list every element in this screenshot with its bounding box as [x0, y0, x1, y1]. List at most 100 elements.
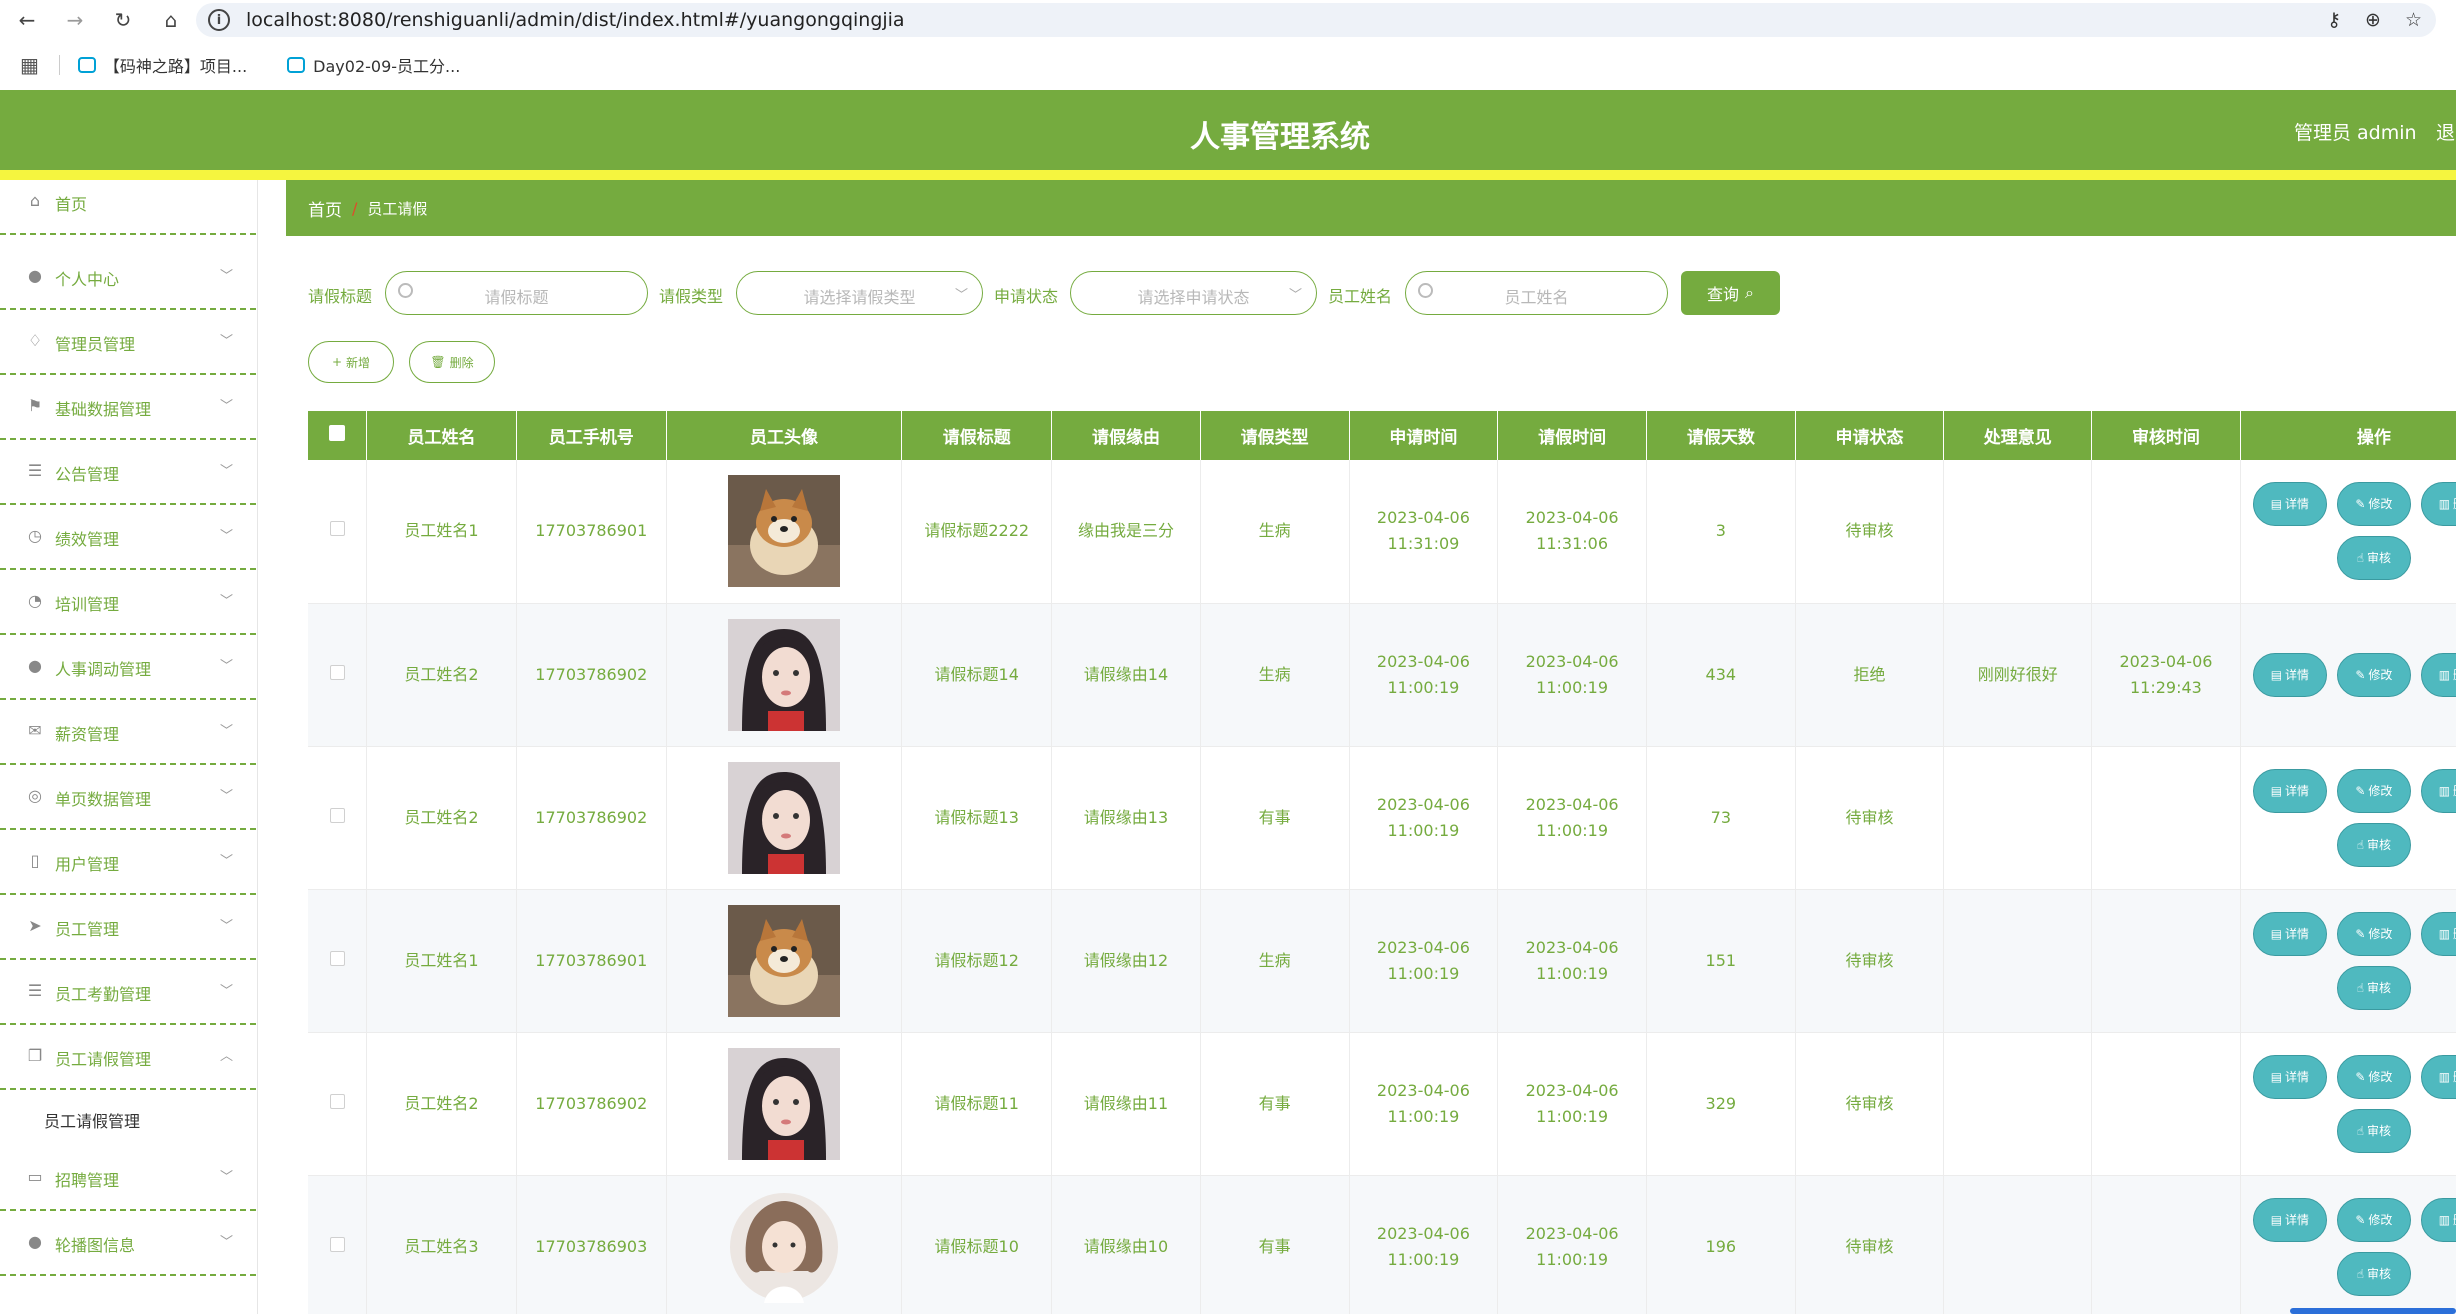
- row-checkbox[interactable]: [329, 664, 345, 680]
- row-checkbox[interactable]: [329, 950, 345, 966]
- detail-button[interactable]: ▤ 详情: [2252, 911, 2327, 956]
- review-button[interactable]: ☝ 审核: [2336, 965, 2411, 1010]
- row-checkbox[interactable]: [329, 1093, 345, 1109]
- edit-button[interactable]: ✎ 修改: [2336, 768, 2411, 813]
- sidebar-item-0[interactable]: ⌂ 首页: [0, 170, 256, 235]
- column-header: 请假时间: [1497, 411, 1647, 460]
- address-bar[interactable]: i localhost:8080/renshiguanli/admin/dist…: [196, 3, 2436, 37]
- sidebar-item-10[interactable]: ▯ 用户管理 ﹀: [0, 830, 256, 895]
- detail-button[interactable]: ▤ 详情: [2252, 652, 2327, 697]
- bookmark-item-1[interactable]: 【码神之路】项目...: [77, 53, 247, 77]
- girl-avatar-image: [728, 761, 840, 874]
- review-button[interactable]: ☝ 审核: [2336, 822, 2411, 867]
- bookmark-label: Day02-09-员工分...: [313, 57, 461, 76]
- sidebar-item-14[interactable]: ▭ 招聘管理 ﹀: [0, 1146, 256, 1211]
- delete-button[interactable]: ▥删除: [2420, 482, 2456, 527]
- forward-arrow-icon[interactable]: →: [60, 5, 90, 35]
- operations-cell: ▤详情✎修改▥删除☝审核: [2240, 889, 2456, 1033]
- sidebar-item-15[interactable]: ● 轮播图信息 ﹀: [0, 1211, 256, 1276]
- delete-button[interactable]: ▥删除: [2420, 1197, 2456, 1242]
- edit-button[interactable]: ✎ 修改: [2336, 1197, 2411, 1242]
- site-info-icon[interactable]: i: [208, 9, 230, 31]
- sidebar-subitem-label: 员工请假管理: [44, 1112, 141, 1131]
- row-checkbox[interactable]: [329, 807, 345, 823]
- girl-avatar-image: [728, 1047, 840, 1160]
- edit-button[interactable]: ✎ 修改: [2336, 1054, 2411, 1099]
- cell-review-time: [2091, 746, 2241, 890]
- sidebar-item-11[interactable]: ➤ 员工管理 ﹀: [0, 895, 256, 960]
- cell-status: 拒绝: [1795, 603, 1945, 747]
- edit-button[interactable]: ✎ 修改: [2336, 482, 2411, 527]
- cell-reason: 请假缘由13: [1051, 746, 1201, 890]
- edit-label: 修改: [2368, 667, 2393, 682]
- password-key-icon[interactable]: ⚷: [2327, 9, 2341, 31]
- sidebar-item-label: 单页数据管理: [55, 790, 152, 809]
- sidebar-item-1[interactable]: ● 个人中心 ﹀: [0, 245, 256, 310]
- row-select-cell[interactable]: [308, 603, 368, 747]
- delete-button[interactable]: ▥删除: [2420, 911, 2456, 956]
- cell-leave-time: 2023-04-06 11:00:19: [1497, 1032, 1647, 1176]
- sidebar-item-4[interactable]: ☰ 公告管理 ﹀: [0, 440, 256, 505]
- sidebar-item-3[interactable]: ⚑ 基础数据管理 ﹀: [0, 375, 256, 440]
- chevron-down-icon: ﹀: [954, 288, 968, 303]
- edit-button[interactable]: ✎ 修改: [2336, 911, 2411, 956]
- sidebar-item-6[interactable]: ◔ 培训管理 ﹀: [0, 570, 256, 635]
- apps-grid-icon[interactable]: ▦: [20, 53, 39, 77]
- review-button[interactable]: ☝ 审核: [2336, 536, 2411, 581]
- sidebar-subitem-leave[interactable]: 员工请假管理: [0, 1088, 256, 1148]
- row-checkbox[interactable]: [329, 1236, 345, 1252]
- trash-icon: ▥: [2438, 926, 2451, 941]
- name-filter-input[interactable]: 员工姓名: [1405, 271, 1668, 315]
- row-select-cell[interactable]: [308, 746, 368, 890]
- select-all-cell[interactable]: [308, 411, 368, 460]
- sidebar-item-7[interactable]: ● 人事调动管理 ﹀: [0, 635, 256, 700]
- reload-icon[interactable]: ↻: [108, 5, 138, 35]
- add-button[interactable]: + 新增: [308, 341, 394, 383]
- detail-button[interactable]: ▤ 详情: [2252, 1054, 2327, 1099]
- row-select-cell[interactable]: [308, 1032, 368, 1176]
- query-button[interactable]: 查询 ⌕: [1681, 271, 1780, 315]
- delete-button[interactable]: ▥删除: [2420, 1054, 2456, 1099]
- zoom-icon[interactable]: ⊕: [2365, 9, 2381, 31]
- breadcrumb-home[interactable]: 首页: [308, 196, 342, 221]
- row-select-cell[interactable]: [308, 460, 368, 604]
- bookmark-item-2[interactable]: Day02-09-员工分...: [287, 53, 460, 77]
- select-all-checkbox[interactable]: [329, 425, 346, 441]
- horizontal-scrollbar[interactable]: [2290, 1308, 2456, 1314]
- edit-button[interactable]: ✎ 修改: [2336, 652, 2411, 697]
- detail-button[interactable]: ▤ 详情: [2252, 768, 2327, 813]
- detail-button[interactable]: ▤ 详情: [2252, 482, 2327, 527]
- cell-name: 员工姓名2: [366, 603, 517, 747]
- review-button[interactable]: ☝ 审核: [2336, 1108, 2411, 1153]
- detail-button[interactable]: ▤ 详情: [2252, 1197, 2327, 1242]
- delete-button[interactable]: ▥删除: [2420, 768, 2456, 813]
- sidebar-item-5[interactable]: ◷ 绩效管理 ﹀: [0, 505, 256, 570]
- logout-link[interactable]: 退: [2436, 118, 2455, 145]
- detail-label: 详情: [2285, 926, 2310, 941]
- back-arrow-icon[interactable]: ←: [12, 5, 42, 35]
- review-button[interactable]: ☝ 审核: [2336, 1251, 2411, 1296]
- breadcrumb-separator: /: [352, 198, 358, 218]
- sidebar-item-12[interactable]: ☰ 员工考勤管理 ﹀: [0, 960, 256, 1025]
- avatar-cell: [666, 603, 903, 747]
- star-icon[interactable]: ☆: [2405, 9, 2422, 31]
- row-checkbox[interactable]: [329, 521, 345, 537]
- column-header: 请假缘由: [1051, 411, 1201, 460]
- status-filter-select[interactable]: 请选择申请状态 ﹀: [1070, 271, 1317, 315]
- title-filter-input[interactable]: 请假标题: [385, 271, 648, 315]
- sidebar-item-2[interactable]: ♢ 管理员管理 ﹀: [0, 310, 256, 375]
- cell-title: 请假标题13: [901, 746, 1053, 890]
- row-select-cell[interactable]: [308, 889, 368, 1033]
- query-button-label: 查询: [1707, 285, 1740, 304]
- delete-button[interactable]: ▥删除: [2420, 652, 2456, 697]
- cell-apply-time: 2023-04-06 11:31:09: [1349, 460, 1499, 604]
- table-row: 员工姓名3 17703786903 请假标题10 请假缘由10 有事 2023-04-06…: [308, 1175, 2456, 1314]
- sidebar-item-9[interactable]: ◎ 单页数据管理 ﹀: [0, 765, 256, 830]
- url-text[interactable]: localhost:8080/renshiguanli/admin/dist/i…: [246, 9, 905, 31]
- batch-delete-button[interactable]: 🗑 删除: [409, 341, 495, 383]
- row-select-cell[interactable]: [308, 1175, 368, 1314]
- sidebar-item-8[interactable]: ✉ 薪资管理 ﹀: [0, 700, 256, 765]
- home-icon[interactable]: ⌂: [156, 5, 186, 35]
- type-filter-select[interactable]: 请选择请假类型 ﹀: [736, 271, 983, 315]
- sidebar-item-13[interactable]: ❐ 员工请假管理 ︿: [0, 1025, 256, 1090]
